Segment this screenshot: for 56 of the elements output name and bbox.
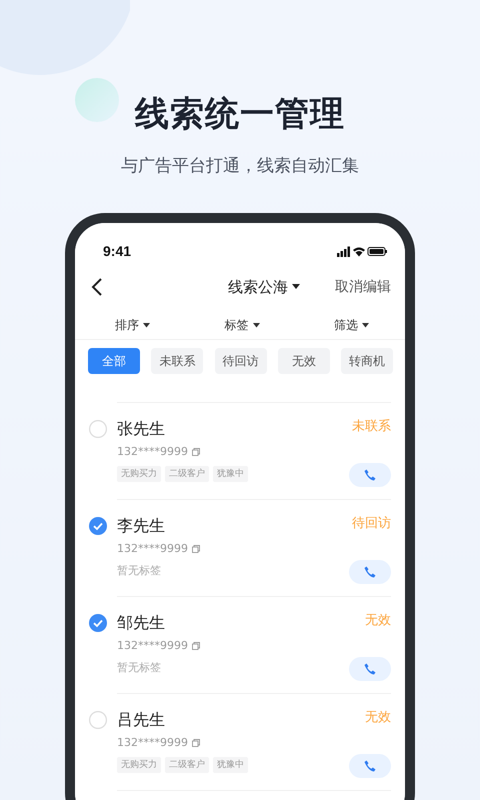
lead-name: 李先生 — [117, 515, 166, 537]
circle-icon — [75, 78, 119, 122]
call-button[interactable] — [349, 657, 391, 681]
tag: 犹豫中 — [213, 466, 248, 482]
no-tags-text: 暂无标签 — [117, 563, 162, 579]
tag: 二级客户 — [165, 757, 209, 773]
call-button[interactable] — [349, 754, 391, 778]
checked-checkbox[interactable] — [89, 614, 107, 632]
back-icon[interactable] — [91, 277, 103, 297]
caret-icon[interactable] — [292, 284, 300, 290]
phone-number: 132****9999 — [117, 638, 188, 654]
lead-name: 邹先生 — [117, 612, 166, 634]
tag: 犹豫中 — [213, 757, 248, 773]
headline: 线索统一管理 — [135, 93, 345, 136]
checkbox[interactable] — [89, 711, 107, 729]
lead-status: 待回访 — [352, 515, 391, 533]
status-time: 9:41 — [103, 243, 132, 259]
tag: 无购买力 — [117, 466, 161, 482]
lead-status: 未联系 — [352, 418, 391, 436]
phone-number: 132****9999 — [117, 541, 188, 557]
lead-status: 无效 — [365, 709, 391, 727]
filter-dropdown[interactable]: 标签 — [224, 316, 248, 334]
copy-icon[interactable] — [192, 545, 200, 553]
subtitle: 与广告平台打通，线索自动汇集 — [121, 155, 359, 178]
filter-tab[interactable]: 无效 — [278, 348, 330, 374]
cancel-edit-link[interactable]: 取消编辑 — [335, 278, 391, 296]
phone-icon — [364, 663, 376, 675]
checked-checkbox[interactable] — [89, 517, 107, 535]
call-button[interactable] — [349, 560, 391, 584]
phone-icon — [364, 760, 376, 772]
phone-number: 132****9999 — [117, 735, 188, 751]
phone-icon — [364, 566, 376, 578]
tag: 二级客户 — [165, 466, 209, 482]
filter-tab[interactable]: 全部 — [88, 348, 140, 374]
filter-tab[interactable]: 待回访 — [214, 348, 266, 374]
lead-name: 吕先生 — [117, 709, 166, 731]
filter-tab[interactable]: 转商机 — [341, 348, 393, 374]
caret-icon[interactable] — [143, 322, 150, 328]
lead-name: 张先生 — [117, 418, 166, 440]
phone-number: 132****9999 — [117, 444, 188, 460]
copy-icon[interactable] — [192, 739, 200, 747]
status-icons — [337, 246, 387, 256]
filter-dropdown[interactable]: 筛选 — [334, 316, 358, 334]
phone-icon — [364, 469, 376, 481]
nav-title[interactable]: 线索公海 — [228, 278, 288, 296]
copy-icon[interactable] — [192, 448, 200, 456]
copy-icon[interactable] — [192, 642, 200, 650]
call-button[interactable] — [349, 463, 391, 487]
tag: 无购买力 — [117, 757, 161, 773]
no-tags-text: 暂无标签 — [117, 660, 162, 676]
filter-tab[interactable]: 未联系 — [151, 348, 204, 374]
caret-icon[interactable] — [252, 322, 260, 328]
caret-icon[interactable] — [362, 322, 369, 328]
lead-status: 无效 — [365, 612, 391, 630]
checkbox[interactable] — [89, 420, 107, 438]
filter-dropdown[interactable]: 排序 — [115, 316, 139, 334]
